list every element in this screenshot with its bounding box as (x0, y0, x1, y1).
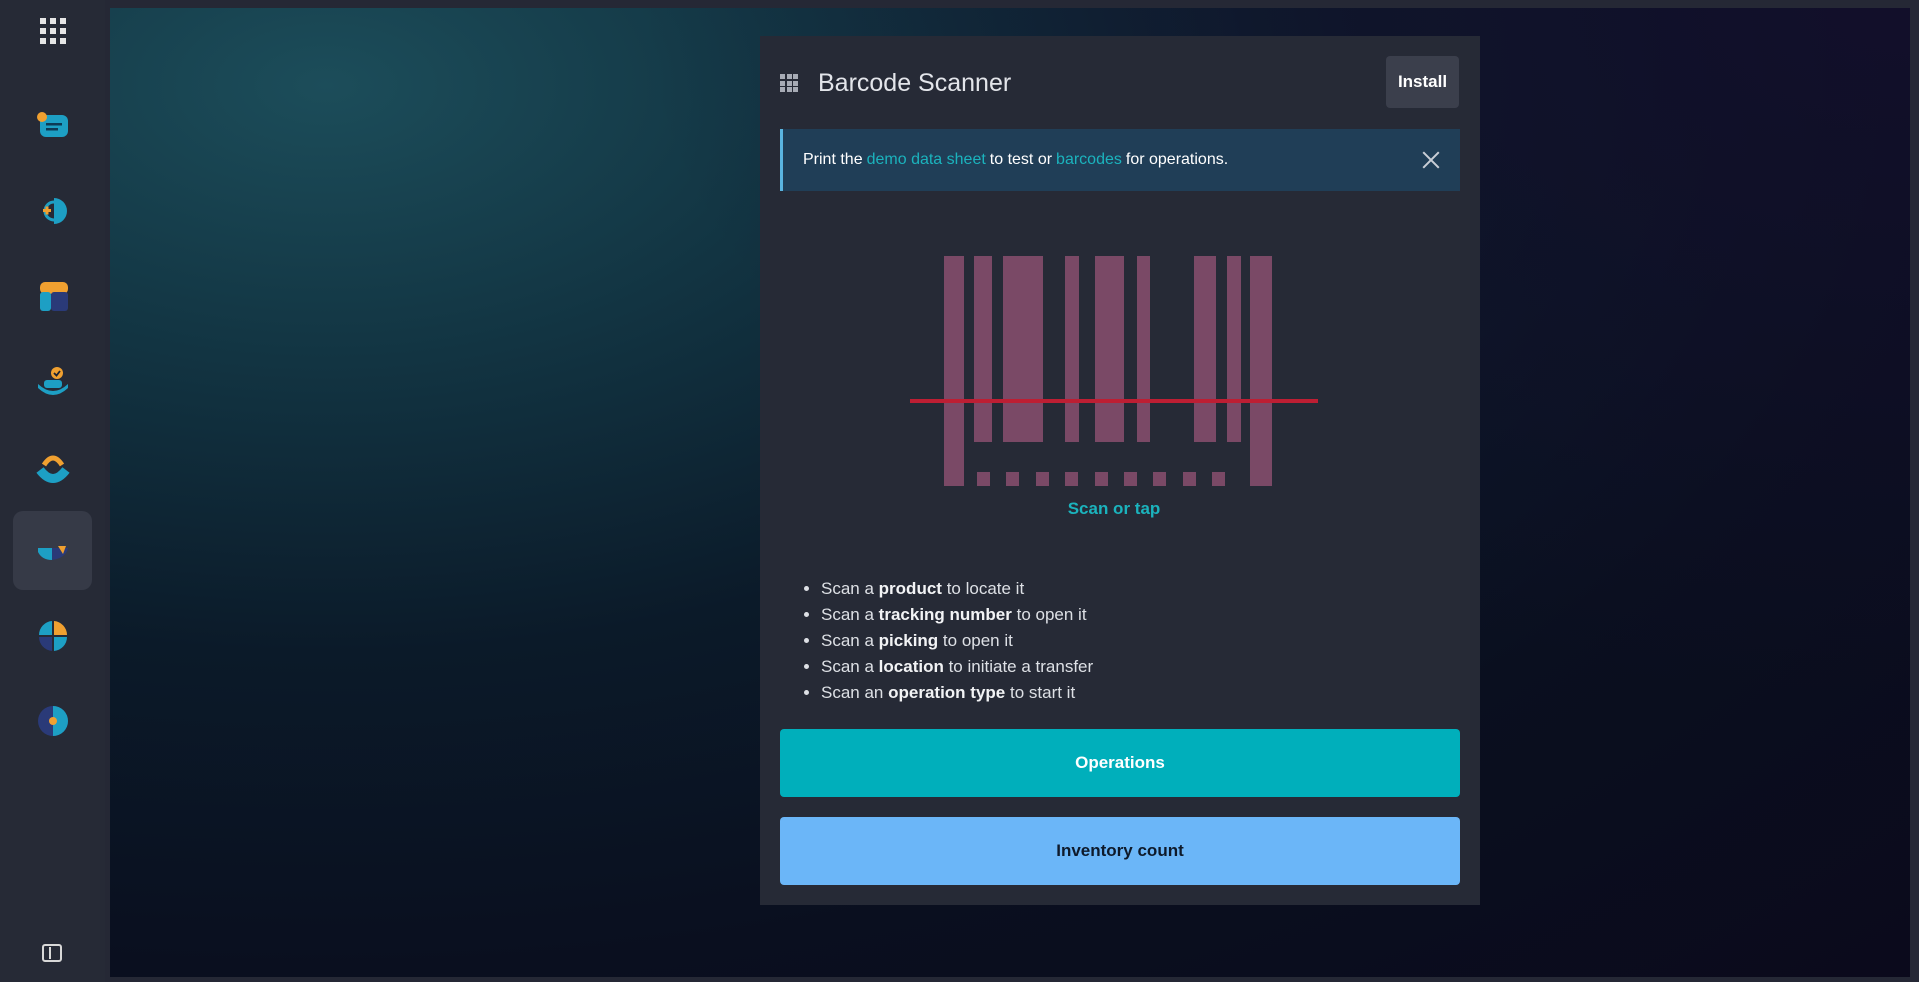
chat-bubble-icon (36, 111, 68, 137)
list-item: Scan a tracking number to open it (821, 602, 1093, 628)
discuss-app[interactable] (13, 88, 92, 167)
headset-icon (35, 455, 70, 483)
apps-grid-icon[interactable] (40, 18, 66, 44)
inventory-app[interactable] (13, 511, 92, 590)
inventory-count-button[interactable]: Inventory count (780, 817, 1460, 885)
install-button[interactable]: Install (1386, 56, 1459, 108)
alert-text-2: to test or (989, 151, 1053, 168)
scan-or-tap-label[interactable]: Scan or tap (910, 499, 1318, 519)
scan-line (910, 399, 1318, 403)
demo-data-sheet-link[interactable]: demo data sheet (867, 151, 986, 169)
box-icon (37, 545, 68, 560)
quadrant-icon (38, 620, 67, 651)
scan-tap-area[interactable]: Scan or tap (910, 256, 1330, 556)
add-app[interactable] (13, 171, 92, 250)
app-grid-icon[interactable] (780, 74, 798, 92)
reports-app[interactable] (13, 681, 92, 760)
operations-button[interactable]: Operations (780, 729, 1460, 797)
approvals-app[interactable] (13, 341, 92, 420)
dashboard-icon (39, 281, 68, 311)
list-item: Scan an operation type to start it (821, 680, 1093, 706)
support-app[interactable] (13, 426, 92, 505)
barcode-scanner-window: Barcode Scanner Install Print the demo d… (760, 36, 1480, 905)
plus-circle-icon (42, 197, 67, 224)
check-badge-icon (37, 366, 68, 395)
close-icon[interactable] (1422, 151, 1440, 169)
desktop-background: Barcode Scanner Install Print the demo d… (110, 8, 1910, 977)
sidebar-toggle-icon[interactable] (42, 944, 62, 962)
window-title: Barcode Scanner (818, 69, 1012, 97)
alert-text-1: Print the (803, 151, 863, 168)
list-item: Scan a picking to open it (821, 628, 1093, 654)
app-sidebar (0, 0, 105, 982)
scan-instructions-list: Scan a product to locate it Scan a track… (800, 576, 1093, 706)
barcodes-link[interactable]: barcodes (1056, 151, 1122, 169)
list-item: Scan a product to locate it (821, 576, 1093, 602)
list-item: Scan a location to initiate a transfer (821, 654, 1093, 680)
planning-app[interactable] (13, 596, 92, 675)
dashboard-app[interactable] (13, 256, 92, 335)
pie-icon (37, 705, 68, 736)
info-alert: Print the demo data sheet to test or bar… (780, 129, 1460, 191)
alert-text-3: for operations. (1125, 151, 1229, 168)
